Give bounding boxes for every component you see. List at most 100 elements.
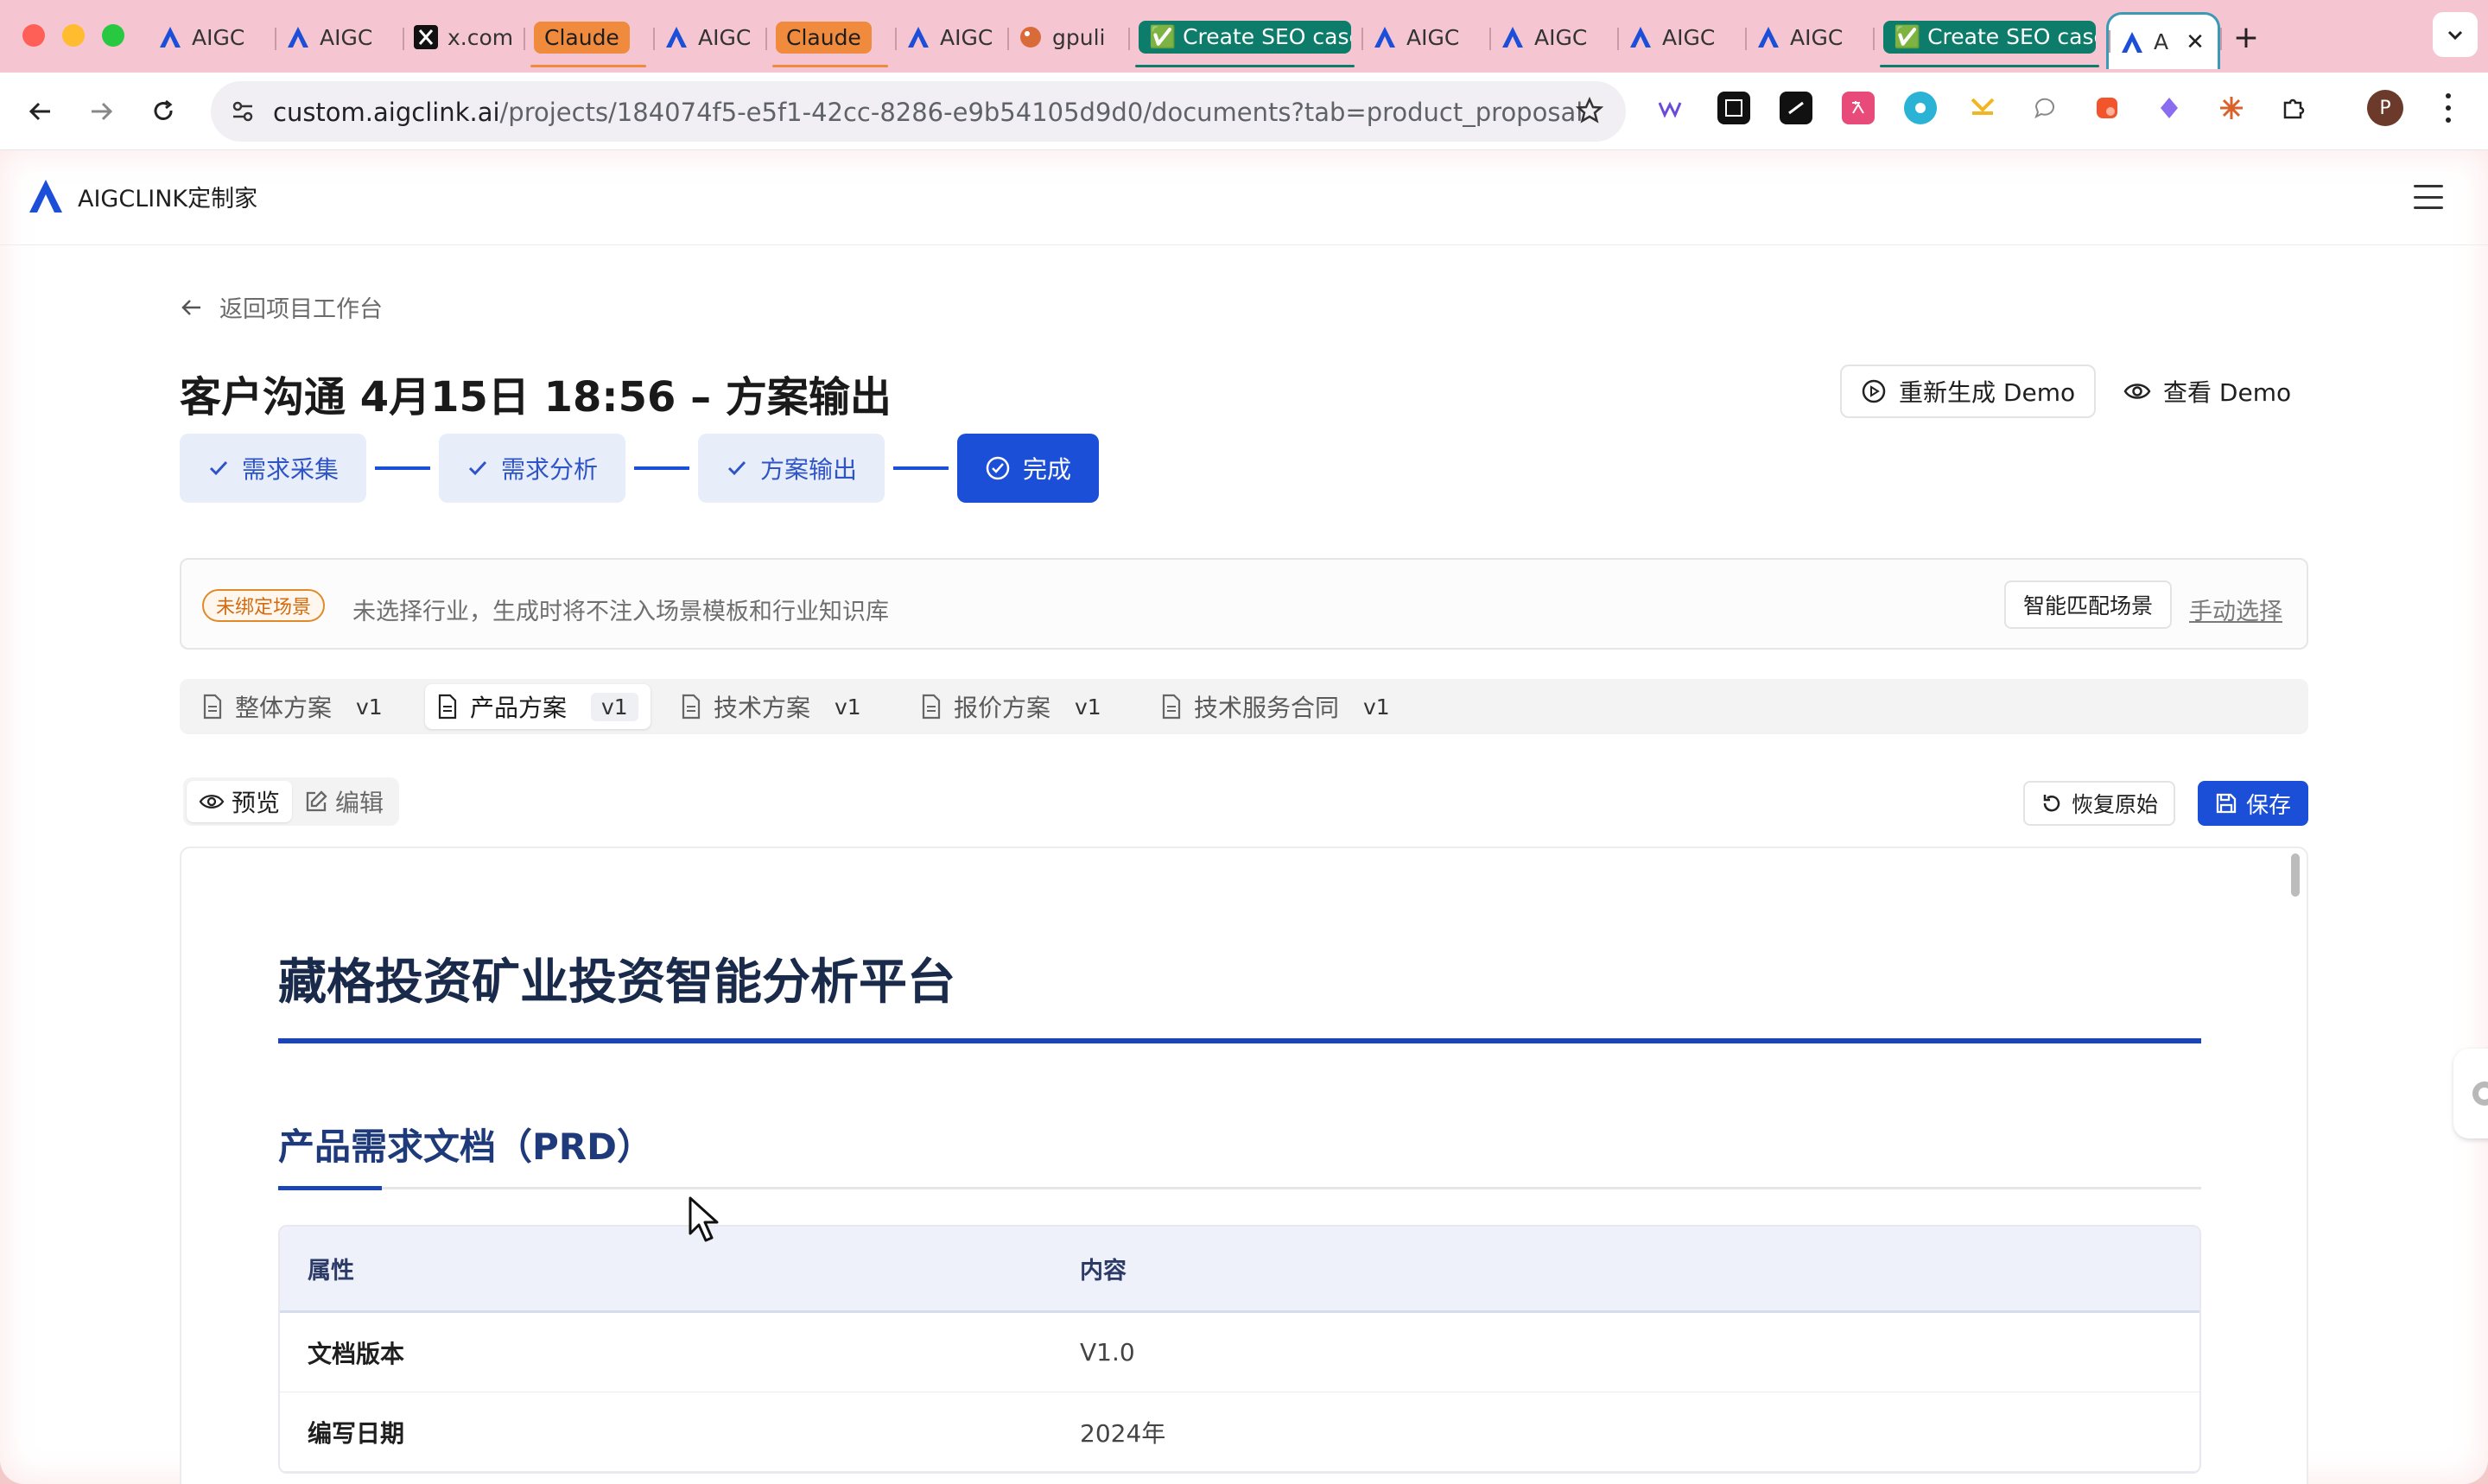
browser-tab[interactable]: AIGC xyxy=(895,12,1007,62)
browser-tab[interactable]: AIGC xyxy=(147,12,275,62)
close-tab-icon[interactable]: ✕ xyxy=(2186,29,2205,55)
translate-extension-icon[interactable] xyxy=(1842,92,1875,124)
puzzle-extensions-icon[interactable] xyxy=(2277,92,2310,124)
minimize-window-button[interactable] xyxy=(62,24,85,47)
column-header: 属性 xyxy=(280,1227,1052,1313)
back-button[interactable] xyxy=(21,92,60,131)
maximize-window-button[interactable] xyxy=(102,24,124,47)
section-heading: 产品需求文档（PRD） xyxy=(278,1126,653,1168)
check-circle-icon xyxy=(986,456,1010,480)
table-row: 文档版本 V1.0 xyxy=(280,1313,2199,1392)
document-icon xyxy=(682,694,701,720)
new-tab-button[interactable]: + xyxy=(2220,12,2272,62)
edit-button[interactable]: 编辑 xyxy=(292,781,396,822)
extension-icon[interactable] xyxy=(1717,92,1750,124)
step-requirement-collection[interactable]: 需求采集 xyxy=(180,434,367,503)
browser-tab[interactable]: AIGC xyxy=(1489,12,1617,62)
url-text: custom.aigclink.ai/projects/184074f5-e5f… xyxy=(273,98,1584,127)
save-button[interactable]: 保存 xyxy=(2198,781,2309,826)
browser-tab[interactable]: AIGC xyxy=(1745,12,1873,62)
smart-match-scene-button[interactable]: 智能匹配场景 xyxy=(2004,580,2173,629)
document-title: 藏格投资矿业投资智能分析平台 xyxy=(278,954,955,1011)
manual-select-link[interactable]: 手动选择 xyxy=(2189,593,2282,626)
extension-icon[interactable] xyxy=(2091,92,2123,124)
tab-product-proposal[interactable]: 产品方案 v1 xyxy=(425,684,651,729)
scrollbar-thumb[interactable] xyxy=(2291,853,2300,897)
document-icon xyxy=(1162,694,1181,720)
aigc-logo-icon xyxy=(29,180,62,212)
profile-avatar[interactable]: P xyxy=(2367,90,2403,126)
view-mode-toggle: 预览 编辑 xyxy=(183,777,400,826)
document-icon xyxy=(922,694,941,720)
aigc-logo-icon xyxy=(2119,29,2145,55)
column-header: 内容 xyxy=(1052,1227,2199,1313)
browser-tab[interactable]: Claude xyxy=(524,12,653,67)
browser-tab[interactable]: AIGC xyxy=(1617,12,1745,62)
claude-extension-icon[interactable] xyxy=(2215,92,2248,124)
mouse-cursor-icon xyxy=(689,1196,719,1242)
extension-icon[interactable] xyxy=(1780,92,1812,124)
browser-tab[interactable]: x.com xyxy=(403,12,524,62)
browser-tab[interactable]: Claude xyxy=(765,12,895,67)
tab-overall-proposal[interactable]: 整体方案 v1 xyxy=(190,684,395,729)
close-window-button[interactable] xyxy=(22,24,45,47)
aigc-logo-icon xyxy=(1500,24,1526,50)
browser-tab[interactable]: ✅ Create SEO case s xyxy=(1128,12,1361,67)
extension-icon[interactable] xyxy=(2153,92,2186,124)
step-requirement-analysis[interactable]: 需求分析 xyxy=(439,434,626,503)
check-icon xyxy=(468,460,487,476)
brand[interactable]: AIGCLINK定制家 xyxy=(26,176,257,216)
tab-strip: AIGC AIGC x.com Claude AIGC Claude AIGC … xyxy=(147,9,2272,69)
table-cell: 编写日期 xyxy=(280,1392,1052,1472)
aigc-logo-icon xyxy=(1628,24,1653,50)
browser-tab[interactable]: AIGC xyxy=(1361,12,1489,62)
menu-icon[interactable] xyxy=(2414,185,2443,209)
arrow-left-icon xyxy=(181,299,200,315)
aigc-logo-icon xyxy=(157,24,183,50)
extension-icon[interactable] xyxy=(1966,92,1999,124)
back-to-workspace-link[interactable]: 返回项目工作台 xyxy=(180,290,383,324)
chat-extension-icon[interactable] xyxy=(2028,92,2061,124)
restore-original-button[interactable]: 恢复原始 xyxy=(2023,781,2176,826)
browser-tab-active[interactable]: A ✕ xyxy=(2106,12,2220,69)
document-icon xyxy=(203,694,222,720)
bookmark-star-icon[interactable] xyxy=(1575,96,1604,128)
palette-icon xyxy=(1018,24,1044,50)
browser-menu-button[interactable] xyxy=(2438,90,2459,126)
reload-button[interactable] xyxy=(143,92,183,131)
tab-search-button[interactable] xyxy=(2433,12,2478,57)
tab-technical-proposal[interactable]: 技术方案 v1 xyxy=(669,684,873,729)
regenerate-demo-button[interactable]: 重新生成 Demo xyxy=(1840,365,2097,418)
side-panel-handle[interactable] xyxy=(2453,1049,2488,1138)
browser-tab[interactable]: gpuli xyxy=(1007,12,1128,62)
extension-icon[interactable] xyxy=(1904,92,1937,124)
extension-icon[interactable] xyxy=(1653,92,1686,124)
browser-tab[interactable]: ✅ Create SEO case s xyxy=(1873,12,2106,67)
document-preview[interactable]: 藏格投资矿业投资智能分析平台 产品需求文档（PRD） 属性 内容 文档版本 V1… xyxy=(180,847,2308,1484)
aigc-logo-icon xyxy=(1755,24,1781,50)
save-icon xyxy=(2216,793,2237,814)
step-connector xyxy=(893,466,949,470)
edit-icon xyxy=(306,790,327,812)
tab-technical-service-contract[interactable]: 技术服务合同 v1 xyxy=(1149,684,1402,729)
brand-name: AIGCLINK定制家 xyxy=(78,185,258,212)
check-icon xyxy=(727,460,746,476)
step-proposal-output[interactable]: 方案输出 xyxy=(698,434,885,503)
preview-button[interactable]: 预览 xyxy=(187,781,293,822)
tab-quotation-proposal[interactable]: 报价方案 v1 xyxy=(909,684,1114,729)
address-bar[interactable]: custom.aigclink.ai/projects/184074f5-e5f… xyxy=(211,81,1626,142)
app-header: AIGCLINK定制家 xyxy=(0,150,2488,245)
site-settings-icon[interactable] xyxy=(230,98,256,128)
view-demo-button[interactable]: 查看 Demo xyxy=(2108,365,2307,418)
browser-tab[interactable]: AIGC xyxy=(653,12,765,62)
forward-button[interactable] xyxy=(81,92,121,131)
browser-tab[interactable]: AIGC xyxy=(275,12,403,62)
scene-binding-bar: 未绑定场景 未选择行业，生成时将不注入场景模板和行业知识库 智能匹配场景 手动选… xyxy=(180,558,2308,650)
document-icon xyxy=(438,694,457,720)
table-row: 编写日期 2024年 xyxy=(280,1392,2199,1472)
table-cell: 文档版本 xyxy=(280,1313,1052,1392)
title-divider xyxy=(278,1038,2201,1043)
app-viewport: AIGCLINK定制家 返回项目工作台 客户沟通 4月15日 18:56 – 方… xyxy=(0,150,2488,1484)
step-complete[interactable]: 完成 xyxy=(957,434,1100,503)
table-cell: 2024年 xyxy=(1052,1392,2199,1472)
